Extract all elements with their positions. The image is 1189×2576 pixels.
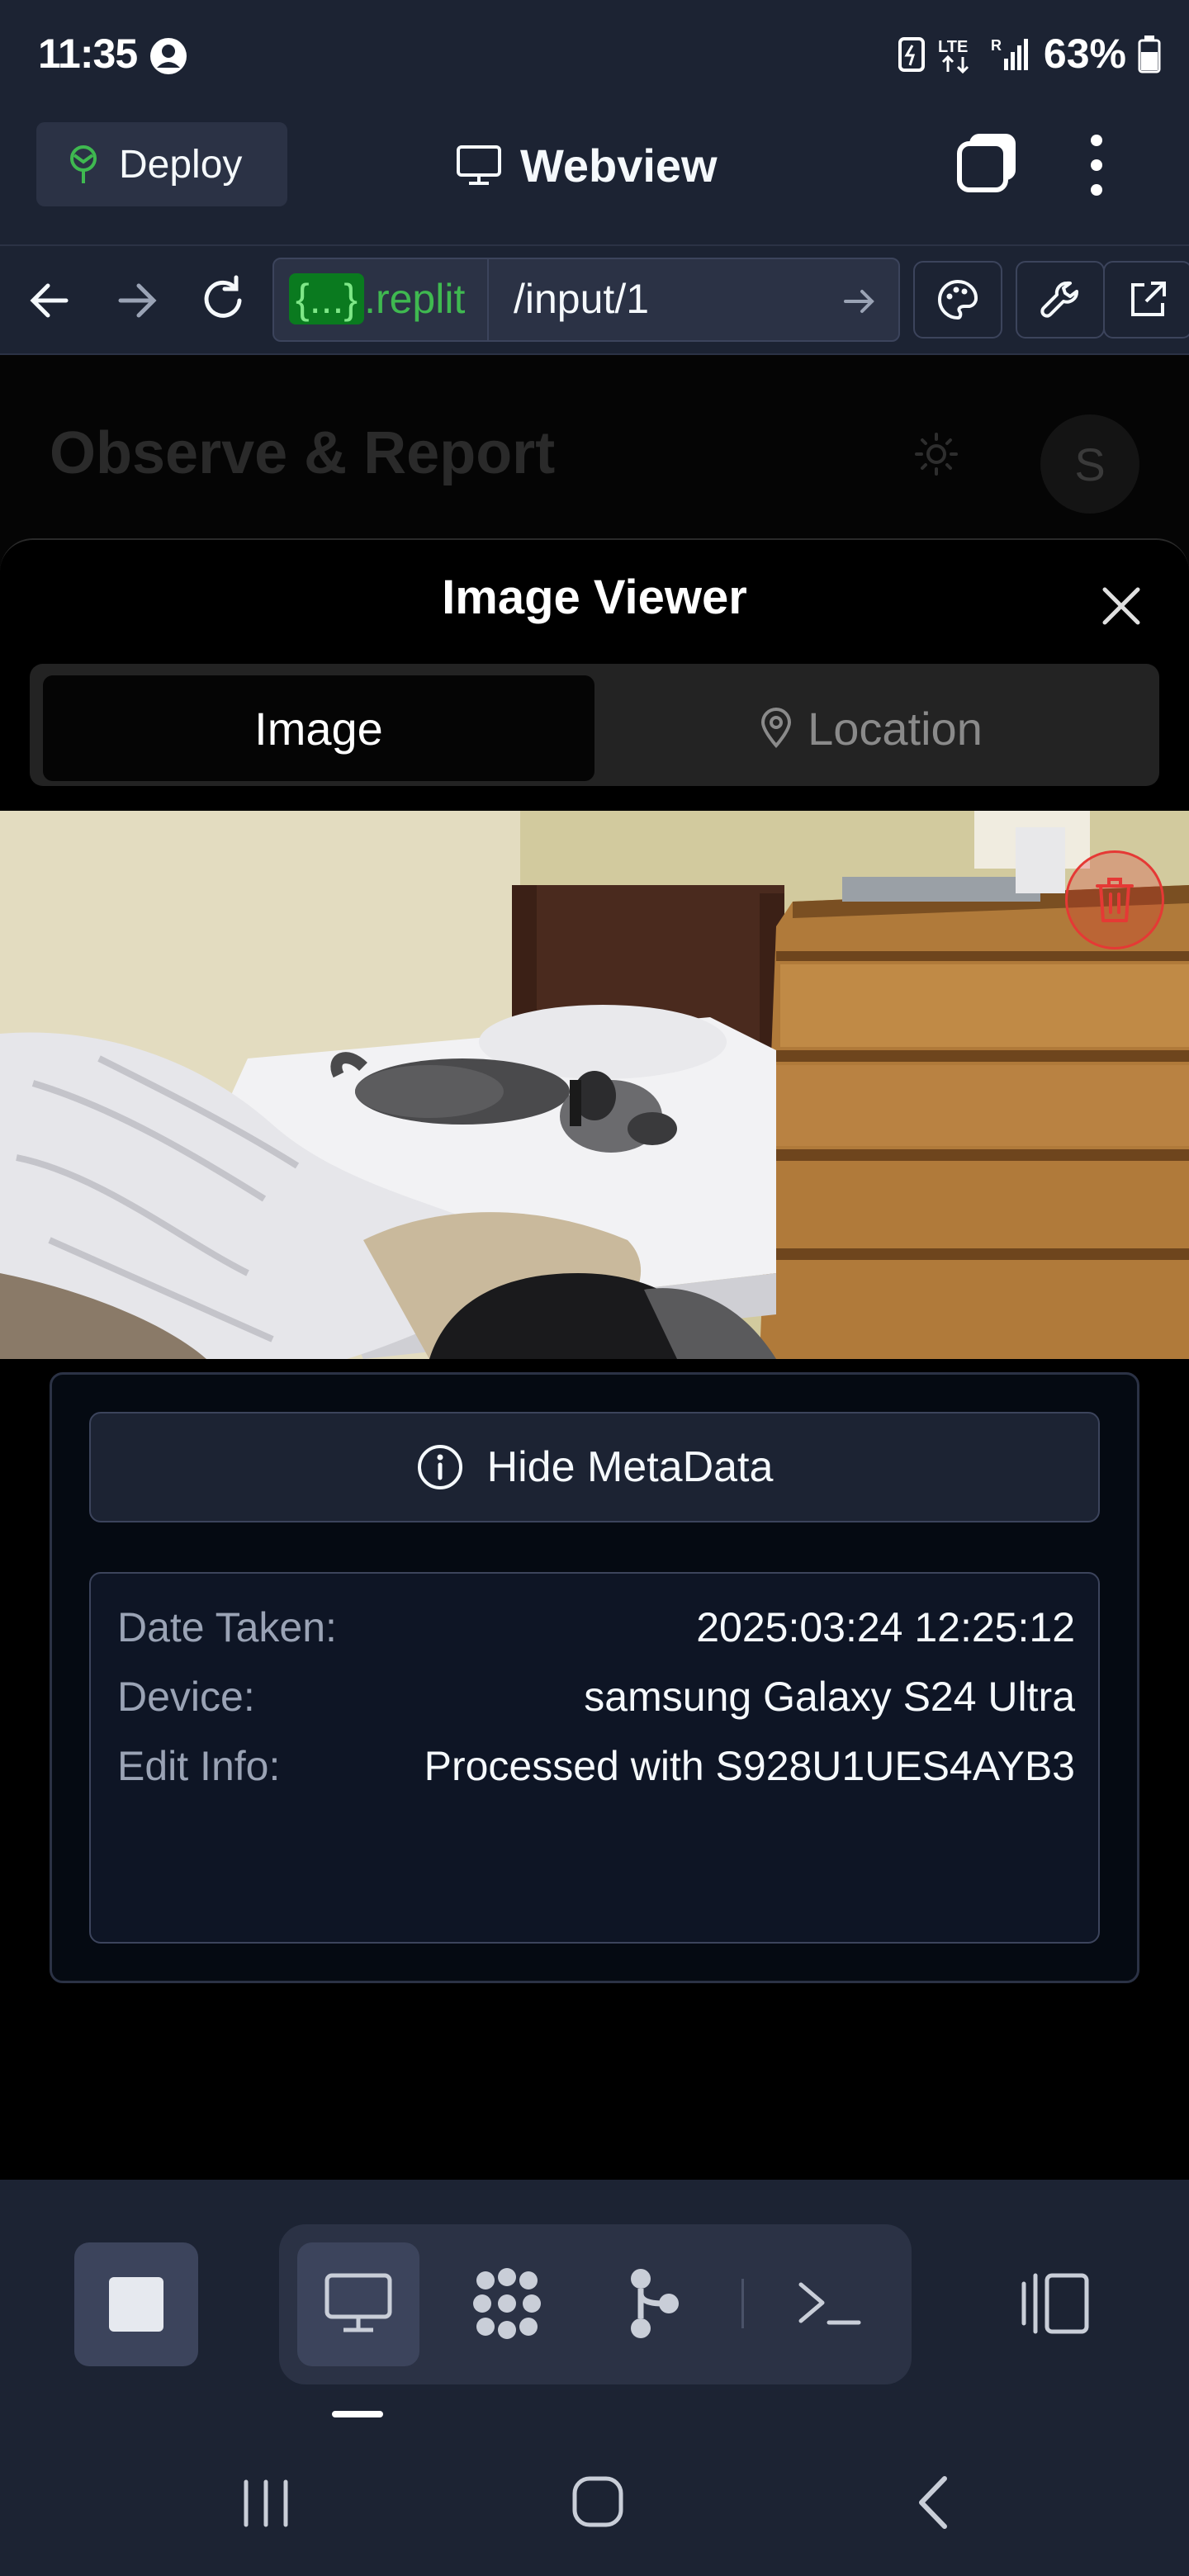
- deploy-icon: [70, 144, 97, 183]
- devtools-button[interactable]: [1016, 261, 1105, 339]
- map-pin-icon: [761, 708, 792, 749]
- hide-metadata-label: Hide MetaData: [486, 1443, 774, 1491]
- svg-text:R: R: [991, 37, 1002, 54]
- open-external-button[interactable]: [1103, 261, 1189, 339]
- delete-image-button[interactable]: [1065, 850, 1164, 949]
- metadata-value: Processed with S928U1UES4AYB3: [424, 1743, 1075, 1789]
- deploy-label: Deploy: [119, 142, 243, 187]
- webview-tool-button[interactable]: [317, 2262, 400, 2345]
- trash-icon: [1096, 878, 1134, 922]
- shell-tool-button[interactable]: [788, 2262, 870, 2345]
- url-host-brace: {...}: [289, 273, 365, 324]
- panes-tool-button[interactable]: [1012, 2262, 1095, 2345]
- git-tool-button[interactable]: [613, 2262, 695, 2345]
- tab-image[interactable]: Image: [43, 675, 594, 781]
- tab-location[interactable]: Location: [594, 675, 1148, 781]
- photo-dog-on-bed: [0, 811, 1189, 1359]
- palette-button[interactable]: [913, 261, 1002, 339]
- git-branch-icon: [631, 2269, 679, 2338]
- wrench-icon: [1040, 281, 1078, 318]
- packages-tool-button[interactable]: [466, 2262, 548, 2345]
- modal-title: Image Viewer: [442, 571, 747, 624]
- palette-icon: [938, 279, 978, 320]
- monitor-icon: [324, 2273, 392, 2332]
- info-icon: [417, 1445, 462, 1489]
- account-icon: [150, 38, 187, 74]
- webview-label: Webview: [520, 139, 718, 192]
- svg-text:LTE: LTE: [938, 38, 968, 56]
- stop-icon: [109, 2277, 163, 2332]
- url-path: /input/1: [514, 276, 650, 322]
- avatar[interactable]: S: [1040, 414, 1139, 514]
- webview-tab-title: Webview: [456, 132, 718, 198]
- metadata-row-device: Device: samsung Galaxy S24 Ultra: [117, 1673, 1075, 1721]
- tab-location-label: Location: [808, 702, 983, 755]
- tabs-switcher-icon[interactable]: [955, 129, 1021, 195]
- status-right: LTE R 63%: [897, 30, 1161, 78]
- metadata-row-date: Date Taken: 2025:03:24 12:25:12: [117, 1603, 1075, 1651]
- metadata-key: Device:: [117, 1674, 255, 1720]
- lte-icon: LTE: [938, 38, 969, 73]
- metadata-row-edit: Edit Info: Processed with S928U1UES4AYB3: [117, 1742, 1075, 1790]
- metadata-key: Date Taken:: [117, 1604, 337, 1650]
- recents-icon[interactable]: [239, 2477, 292, 2530]
- signal-icon: R: [991, 37, 1028, 70]
- active-tool-indicator: [332, 2411, 383, 2417]
- monitor-icon: [457, 145, 501, 185]
- reload-icon[interactable]: [197, 272, 251, 327]
- back-icon[interactable]: [912, 2474, 953, 2531]
- terminal-icon: [798, 2282, 861, 2325]
- hide-metadata-button[interactable]: Hide MetaData: [89, 1412, 1100, 1522]
- metadata-value: 2025:03:24 12:25:12: [696, 1604, 1075, 1650]
- close-icon[interactable]: [1093, 578, 1149, 634]
- tool-separator: [741, 2279, 744, 2328]
- app-title: Observe & Report: [50, 420, 556, 486]
- stop-button[interactable]: [74, 2242, 198, 2366]
- battery-saver-icon: [898, 37, 925, 72]
- metadata-key: Edit Info:: [117, 1743, 281, 1789]
- status-time: 11:35: [38, 31, 138, 77]
- back-arrow-icon[interactable]: [25, 276, 74, 325]
- url-host: {...} .replit: [289, 269, 465, 329]
- url-host-suffix: .replit: [364, 276, 466, 322]
- url-divider: [487, 259, 489, 340]
- more-options-icon[interactable]: [1082, 132, 1111, 198]
- battery-percent: 63%: [1043, 31, 1126, 77]
- split-panes-icon: [1021, 2273, 1089, 2334]
- deploy-button[interactable]: Deploy: [36, 122, 287, 206]
- packages-icon: [473, 2268, 541, 2339]
- battery-icon: [1138, 36, 1161, 73]
- external-link-icon: [1131, 282, 1166, 316]
- home-icon[interactable]: [570, 2474, 626, 2530]
- sun-icon[interactable]: [915, 433, 958, 476]
- metadata-value: samsung Galaxy S24 Ultra: [584, 1674, 1075, 1720]
- forward-arrow-icon[interactable]: [112, 276, 162, 325]
- go-arrow-icon[interactable]: [839, 281, 880, 322]
